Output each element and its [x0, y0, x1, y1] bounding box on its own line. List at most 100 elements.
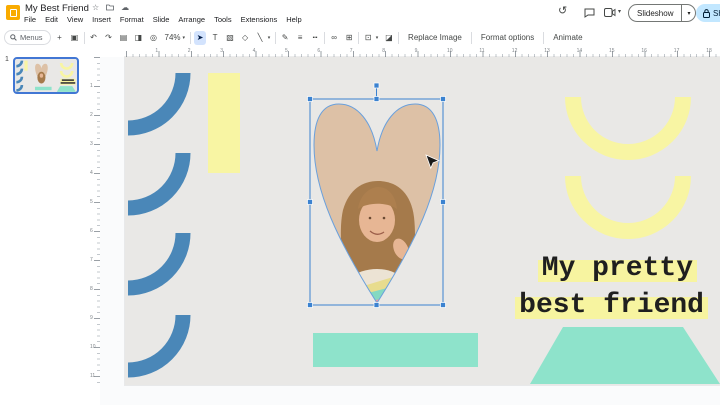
vertical-ruler: 1 2 3 4 5 6 7 8 9 10 11: [90, 57, 100, 385]
hruler-num-15: 15: [609, 48, 615, 54]
menu-file[interactable]: File: [24, 15, 36, 24]
yellow-arc-shapes[interactable]: [565, 96, 691, 239]
toolbar-paint-format[interactable]: ◨: [133, 31, 145, 45]
toolbar-insert-link[interactable]: ∞: [328, 31, 340, 45]
teal-parallelogram-shape[interactable]: [530, 327, 720, 384]
rotation-handle[interactable]: [373, 82, 380, 89]
replace-image-button[interactable]: Replace Image: [402, 31, 468, 44]
toolbar-insert-line[interactable]: ╲: [254, 31, 266, 45]
hruler-num-17: 17: [673, 48, 680, 54]
toolbar-print[interactable]: ▤: [118, 31, 130, 45]
toolbar-insert-shape[interactable]: ◇: [239, 31, 251, 45]
toolbar-redo[interactable]: ↷: [103, 31, 115, 45]
hruler-num-8: 8: [382, 48, 385, 54]
toolbar-divider[interactable]: [324, 31, 326, 44]
toolbar-border-dash[interactable]: ┅: [309, 31, 321, 45]
heart-photo[interactable]: [310, 97, 444, 311]
resize-handle-sw[interactable]: [307, 302, 313, 308]
meet-camera-icon[interactable]: [604, 8, 616, 17]
comments-icon[interactable]: [584, 8, 595, 18]
hruler-num-7: 7: [349, 48, 353, 54]
menu-view[interactable]: View: [67, 15, 83, 24]
move-folder-icon[interactable]: [106, 4, 115, 11]
search-icon: [10, 34, 17, 41]
hruler-num-1: 1: [155, 48, 159, 54]
version-history-icon[interactable]: ↺: [558, 6, 567, 17]
slides-logo-icon[interactable]: [6, 5, 20, 20]
menu-insert[interactable]: Insert: [92, 15, 111, 24]
resize-handle-nw[interactable]: [307, 96, 313, 102]
horizontal-ruler: 12345678910111213141516171819: [100, 48, 720, 57]
vruler-num-11: 11: [90, 373, 96, 379]
toolbar-zoom-tool[interactable]: ◎: [148, 31, 160, 45]
resize-handle-ne[interactable]: [440, 96, 446, 102]
animate-button[interactable]: Animate: [547, 31, 588, 44]
menu-arrange[interactable]: Arrange: [178, 15, 205, 24]
resize-handle-se[interactable]: [440, 302, 446, 308]
vruler-num-9: 9: [90, 315, 93, 321]
vruler-num-8: 8: [90, 286, 93, 292]
menu-help[interactable]: Help: [286, 15, 301, 24]
toolbar-divider[interactable]: [83, 31, 85, 44]
menu-extensions[interactable]: Extensions: [241, 15, 278, 24]
vruler-num-7: 7: [90, 257, 93, 263]
slide-thumbnail-1[interactable]: [13, 57, 79, 94]
toolbar-divider[interactable]: [358, 31, 360, 44]
blue-arc-shapes[interactable]: [127, 72, 191, 378]
toolbar-select-cursor[interactable]: ➤: [194, 30, 207, 45]
hruler-num-13: 13: [544, 48, 550, 54]
slide-title-line1[interactable]: My pretty: [537, 254, 697, 284]
toolbar-divider[interactable]: [275, 31, 277, 44]
slideshow-caret-icon[interactable]: ▾: [681, 5, 695, 21]
toolbar-crop-caret[interactable]: ▾: [374, 31, 380, 45]
toolbar-divider[interactable]: [190, 31, 192, 44]
toolbar-divider[interactable]: [398, 31, 400, 44]
toolbar-add-comment[interactable]: ⊞: [343, 31, 355, 45]
format-options-button[interactable]: Format options: [475, 31, 540, 44]
hruler-num-6: 6: [317, 48, 321, 54]
menu-slide[interactable]: Slide: [153, 15, 170, 24]
star-icon[interactable]: ☆: [92, 3, 99, 12]
toolbar-mask-image[interactable]: ◪: [383, 31, 395, 45]
toolbar-border-weight[interactable]: ≡: [294, 31, 306, 45]
toolbar-crop[interactable]: ⊡: [362, 31, 374, 45]
toolbar-undo[interactable]: ↶: [88, 31, 100, 45]
menu-tools[interactable]: Tools: [214, 15, 232, 24]
resize-handle-e[interactable]: [440, 199, 446, 205]
vruler-num-5: 5: [90, 199, 93, 205]
teal-rectangle-shape[interactable]: [313, 333, 478, 367]
slideshow-button[interactable]: Slideshow ▾: [628, 4, 697, 22]
resize-handle-s[interactable]: [373, 302, 380, 308]
hruler-num-16: 16: [641, 48, 647, 54]
hruler-num-14: 14: [576, 48, 583, 54]
resize-handle-w[interactable]: [307, 199, 313, 205]
google-slides-window: My Best Friend ☆ ☁ File Edit View Insert For…: [0, 0, 720, 405]
document-title[interactable]: My Best Friend: [25, 3, 89, 14]
toolbar-new-slide[interactable]: ▣: [69, 31, 81, 45]
hruler-num-5: 5: [285, 48, 288, 54]
menu-edit[interactable]: Edit: [45, 15, 58, 24]
editing-canvas[interactable]: My pretty best friend: [100, 57, 720, 405]
title-bar: My Best Friend ☆ ☁ File Edit View Insert For…: [0, 0, 720, 27]
toolbar-border-color[interactable]: ✎: [279, 31, 291, 45]
toolbar-divider: [543, 31, 545, 44]
toolbar-line-caret[interactable]: ▾: [266, 31, 272, 45]
hruler-num-11: 11: [479, 48, 485, 54]
hruler-num-12: 12: [511, 48, 518, 54]
zoom-select[interactable]: 74% ▾: [163, 33, 188, 42]
toolbar-text-box[interactable]: T: [209, 31, 221, 45]
menus-search-button[interactable]: Menus: [4, 30, 51, 45]
toolbar-add[interactable]: +: [54, 31, 66, 45]
toolbar-insert-image[interactable]: ▧: [224, 31, 236, 45]
meet-caret-icon[interactable]: ▾: [618, 8, 621, 15]
resize-handle-n[interactable]: [373, 96, 380, 102]
zoom-caret-icon: ▾: [182, 34, 186, 41]
slide-canvas[interactable]: My pretty best friend: [125, 57, 720, 385]
share-button[interactable]: Share: [696, 4, 720, 22]
cloud-status-icon[interactable]: ☁: [121, 3, 129, 12]
slide-title-line2[interactable]: best friend: [515, 291, 708, 321]
yellow-rectangle-shape[interactable]: [208, 73, 240, 173]
menu-format[interactable]: Format: [120, 15, 144, 24]
hruler-num-10: 10: [447, 48, 453, 54]
hruler-num-4: 4: [252, 48, 256, 54]
